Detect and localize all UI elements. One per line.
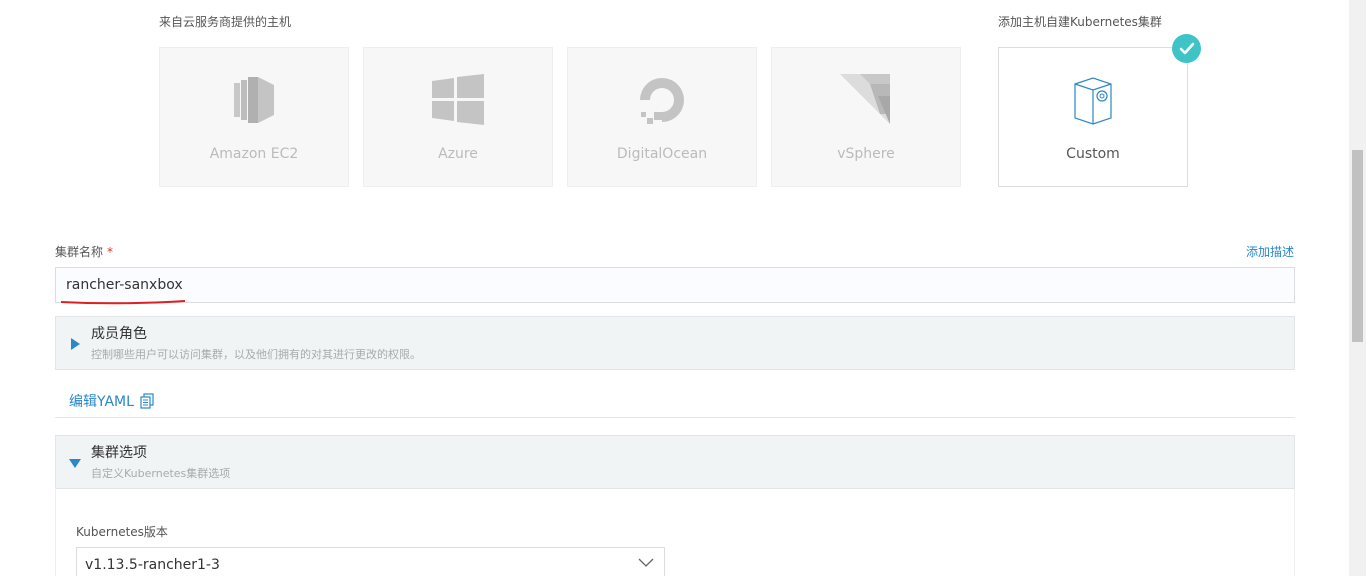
vsphere-icon (840, 74, 892, 126)
caret-right-icon (71, 338, 80, 350)
member-roles-title: 成员角色 (91, 326, 147, 342)
scrollbar-thumb[interactable] (1352, 150, 1363, 342)
kubernetes-version-label: Kubernetes版本 (76, 525, 168, 539)
provider-name: vSphere (837, 146, 895, 162)
selected-check-icon (1172, 34, 1201, 63)
custom-section-label: 添加主机自建Kubernetes集群 (998, 15, 1162, 29)
windows-icon (432, 74, 484, 126)
edit-yaml-link[interactable]: 编辑YAML (69, 391, 154, 411)
provider-name: Custom (1066, 146, 1120, 162)
custom-box-icon (1067, 74, 1119, 126)
cluster-options-title: 集群选项 (91, 445, 147, 461)
chevron-down-icon (638, 558, 654, 567)
required-mark: * (107, 245, 114, 259)
cluster-name-input[interactable] (55, 267, 1295, 303)
cluster-name-label: 集群名称 * (55, 245, 114, 259)
provider-card-custom[interactable]: Custom (998, 47, 1188, 187)
add-description-link[interactable]: 添加描述 (1246, 243, 1294, 260)
provider-card-azure[interactable]: Azure (363, 47, 553, 187)
providers-section-label: 来自云服务商提供的主机 (159, 15, 292, 29)
divider (55, 417, 1295, 418)
red-underline-annotation (60, 300, 186, 305)
kubernetes-version-select[interactable]: v1.13.5-rancher1-3 (76, 547, 665, 576)
digitalocean-icon (636, 74, 688, 126)
member-roles-description: 控制哪些用户可以访问集群，以及他们拥有的对其进行更改的权限。 (91, 348, 421, 361)
member-roles-accordion[interactable]: 成员角色 控制哪些用户可以访问集群，以及他们拥有的对其进行更改的权限。 (55, 316, 1295, 370)
provider-card-digitalocean[interactable]: DigitalOcean (567, 47, 757, 187)
page-scrollbar[interactable] (1349, 0, 1366, 576)
edit-yaml-label: 编辑YAML (69, 394, 134, 410)
caret-down-icon (69, 459, 81, 468)
provider-card-vsphere[interactable]: vSphere (771, 47, 961, 187)
provider-name: Azure (438, 146, 478, 162)
cluster-options-description: 自定义Kubernetes集群选项 (91, 467, 231, 480)
provider-card-amazon-ec2[interactable]: Amazon EC2 (159, 47, 349, 187)
cluster-options-accordion[interactable]: 集群选项 自定义Kubernetes集群选项 (55, 435, 1295, 489)
copy-icon (140, 393, 154, 409)
provider-name: Amazon EC2 (209, 146, 299, 162)
kubernetes-version-value: v1.13.5-rancher1-3 (85, 557, 220, 573)
amazon-ec2-icon (228, 74, 280, 126)
provider-name: DigitalOcean (616, 146, 708, 162)
